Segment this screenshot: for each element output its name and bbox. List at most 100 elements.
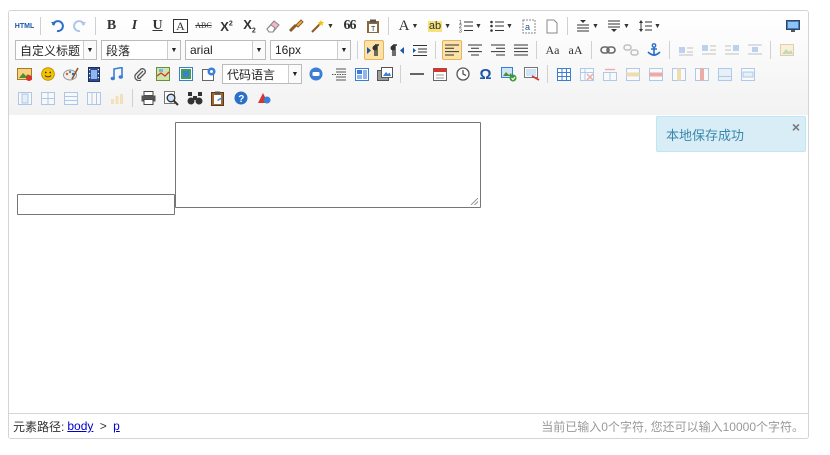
code-language-select[interactable]: 代码语言 ▼	[222, 64, 302, 84]
direction-rtl-button[interactable]	[387, 40, 407, 60]
insert-col-button[interactable]	[669, 64, 689, 84]
font-size-value: 16px	[275, 43, 302, 57]
drafts-button[interactable]	[208, 88, 228, 108]
emotion-button[interactable]	[38, 64, 58, 84]
background-button[interactable]	[375, 64, 395, 84]
pagebreak-button[interactable]	[329, 64, 349, 84]
ordered-list-button[interactable]: 1 2 3 ▼	[457, 16, 485, 36]
google-map-icon	[178, 67, 193, 81]
delete-row-button[interactable]	[646, 64, 666, 84]
chevron-down-icon: ▼	[411, 22, 419, 30]
redo-button[interactable]	[70, 16, 90, 36]
link-button[interactable]	[598, 40, 618, 60]
horizontal-rule-button[interactable]	[407, 64, 427, 84]
shape-button[interactable]	[254, 88, 274, 108]
preview-button[interactable]	[162, 88, 182, 108]
simple-upload-button[interactable]	[777, 40, 797, 60]
snapscreen-button[interactable]	[522, 64, 542, 84]
insert-date-button[interactable]	[430, 64, 450, 84]
insert-paragraph-before-table-button[interactable]	[600, 64, 620, 84]
blockquote-button[interactable]: 66	[340, 16, 360, 36]
print-button[interactable]	[139, 88, 159, 108]
image-left-button[interactable]	[699, 40, 719, 60]
indent-button[interactable]	[410, 40, 430, 60]
rowspacing-top-button[interactable]: ▼	[574, 16, 602, 36]
merge-right-button[interactable]	[738, 64, 758, 84]
scrawl-button[interactable]	[61, 64, 81, 84]
insert-image-button[interactable]	[15, 64, 35, 84]
delete-col-button[interactable]	[692, 64, 712, 84]
custom-style-select[interactable]: 自定义标题 ▼	[15, 40, 97, 60]
unordered-list-button[interactable]: ▼	[488, 16, 516, 36]
format-match-button[interactable]	[286, 16, 306, 36]
direction-ltr-button[interactable]	[363, 40, 384, 60]
template-button[interactable]	[352, 64, 372, 84]
autotypeset-button[interactable]: ▼	[309, 16, 337, 36]
justify-full-button[interactable]	[511, 40, 531, 60]
split-to-cols-button[interactable]	[84, 88, 104, 108]
justify-center-button[interactable]	[465, 40, 485, 60]
editor-content-area[interactable]	[9, 115, 808, 414]
backcolor-button[interactable]: ab ▼	[426, 16, 454, 36]
single-line-textbox[interactable]	[17, 194, 175, 215]
toolbar-separator	[567, 17, 568, 35]
image-center-button[interactable]	[745, 40, 765, 60]
insert-table-button[interactable]	[554, 64, 574, 84]
music-button[interactable]	[107, 64, 127, 84]
subscript-button[interactable]: X2	[240, 16, 260, 36]
selectall-button[interactable]: a	[519, 16, 539, 36]
merge-cells-button[interactable]	[715, 64, 735, 84]
bold-button[interactable]: B	[102, 16, 122, 36]
wordimage-button[interactable]	[499, 64, 519, 84]
unlink-button[interactable]	[621, 40, 641, 60]
italic-button[interactable]: I	[125, 16, 145, 36]
font-family-select[interactable]: arial ▼	[185, 40, 266, 60]
source-html-button[interactable]: HTML	[15, 16, 35, 36]
underline-button[interactable]: U	[148, 16, 168, 36]
font-size-select[interactable]: 16px ▼	[270, 40, 351, 60]
webapp-button[interactable]	[306, 64, 326, 84]
gmap-button[interactable]	[176, 64, 196, 84]
split-to-cells-button[interactable]	[38, 88, 58, 108]
special-chars-button[interactable]: Ω	[476, 64, 496, 84]
eraser-button[interactable]	[263, 16, 283, 36]
justify-right-button[interactable]	[488, 40, 508, 60]
pasteplain-button[interactable]: T	[363, 16, 383, 36]
delete-table-button[interactable]	[577, 64, 597, 84]
anchor-button[interactable]	[644, 40, 664, 60]
tolowercase-button[interactable]: aA	[566, 40, 586, 60]
image-right-button[interactable]	[722, 40, 742, 60]
justify-left-button[interactable]	[441, 40, 462, 60]
image-none-button[interactable]	[676, 40, 696, 60]
help-button[interactable]: ?	[231, 88, 251, 108]
resize-handle-icon[interactable]	[471, 198, 478, 205]
search-replace-button[interactable]	[185, 88, 205, 108]
undo-button[interactable]	[47, 16, 67, 36]
split-to-rows-button[interactable]	[61, 88, 81, 108]
attachment-button[interactable]	[130, 64, 150, 84]
close-icon[interactable]: ×	[792, 119, 800, 135]
merge-down-button[interactable]	[15, 88, 35, 108]
lineheight-button[interactable]: ▼	[636, 16, 664, 36]
merge-cells-icon	[717, 67, 732, 81]
superscript-glyph: X2	[220, 18, 233, 34]
multiline-textarea[interactable]	[175, 122, 481, 208]
insert-row-button[interactable]	[623, 64, 643, 84]
insert-time-button[interactable]	[453, 64, 473, 84]
chart-button[interactable]	[107, 88, 127, 108]
superscript-button[interactable]: X2	[217, 16, 237, 36]
fontborder-button[interactable]: A	[171, 16, 191, 36]
map-button[interactable]	[153, 64, 173, 84]
strikethrough-button[interactable]: ABC	[194, 16, 214, 36]
insert-video-button[interactable]	[84, 64, 104, 84]
path-p-link[interactable]: p	[113, 419, 120, 433]
rowspacing-bottom-button[interactable]: ▼	[605, 16, 633, 36]
fullscreen-button[interactable]	[783, 16, 803, 36]
forecolor-button[interactable]: A ▼	[395, 16, 423, 36]
insertframe-button[interactable]	[199, 64, 219, 84]
touppercase-button[interactable]: Aa	[543, 40, 563, 60]
autosave-message: 本地保存成功	[666, 127, 745, 143]
cleardoc-button[interactable]	[542, 16, 562, 36]
path-body-link[interactable]: body	[67, 419, 93, 433]
paragraph-select[interactable]: 段落 ▼	[101, 40, 181, 60]
